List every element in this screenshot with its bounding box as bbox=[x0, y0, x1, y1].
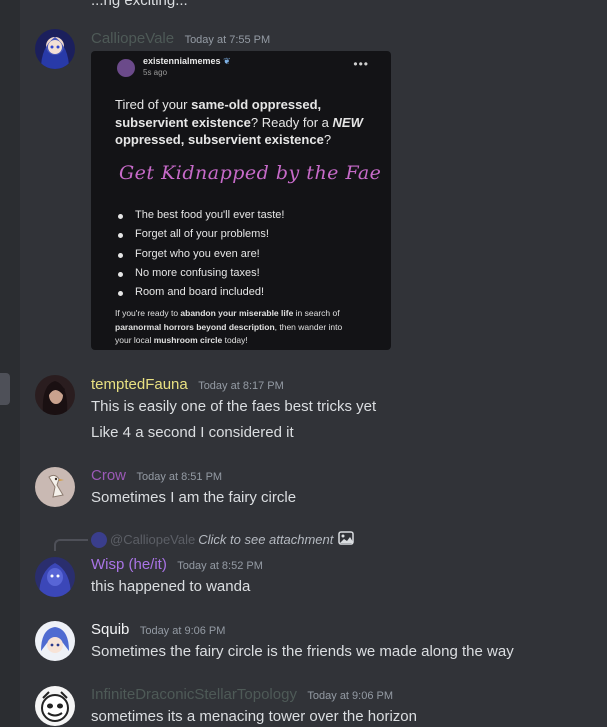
reply-avatar bbox=[91, 531, 107, 548]
bullet-item: Forget all of your problems! bbox=[115, 225, 375, 244]
avatar[interactable] bbox=[35, 375, 75, 415]
avatar[interactable] bbox=[35, 686, 75, 726]
message-text: Sometimes I am the fairy circle bbox=[91, 489, 297, 506]
bullet-item: No more confusing taxes! bbox=[115, 264, 375, 283]
verified-icon: ❦ bbox=[223, 56, 231, 66]
post-bullets: The best food you'll ever taste! Forget … bbox=[115, 206, 375, 302]
server-list-edge bbox=[0, 0, 20, 727]
timestamp: Today at 7:55 PM bbox=[184, 34, 271, 46]
author-name[interactable]: InfiniteDraconicStellarTopology bbox=[91, 686, 297, 703]
timestamp: Today at 9:06 PM bbox=[139, 625, 226, 637]
message-text-truncated: ...ng exciting... bbox=[91, 0, 188, 9]
avatar[interactable] bbox=[35, 557, 75, 597]
message-text: Like 4 a second I considered it bbox=[91, 424, 294, 441]
message-text: This is easily one of the faes best tric… bbox=[91, 398, 377, 415]
post-time: 5s ago bbox=[143, 68, 168, 77]
image-attachment[interactable]: existennialmemes ❦ 5s ago ••• Tired of y… bbox=[91, 51, 391, 350]
author-name[interactable]: Crow bbox=[91, 467, 126, 484]
timestamp: Today at 8:52 PM bbox=[177, 560, 263, 572]
reply-preview[interactable]: Click to see attachment bbox=[198, 532, 333, 547]
more-options-icon: ••• bbox=[353, 57, 369, 71]
post-avatar bbox=[117, 59, 135, 77]
timestamp: Today at 8:17 PM bbox=[198, 380, 284, 392]
post-headline: Get Kidnapped by the Fae bbox=[119, 162, 382, 184]
avatar[interactable] bbox=[35, 621, 75, 661]
post-intro: Tired of your same-old oppressed, subser… bbox=[115, 97, 363, 147]
author-name[interactable]: Wisp (he/it) bbox=[91, 556, 167, 573]
reply-spine bbox=[54, 539, 88, 551]
author-name[interactable]: CalliopeVale bbox=[91, 30, 174, 47]
bullet-item: Room and board included! bbox=[115, 283, 375, 302]
author-name[interactable]: Squib bbox=[91, 621, 129, 638]
image-icon bbox=[338, 531, 355, 548]
post-footer: If you're ready to abandon your miserabl… bbox=[115, 308, 343, 345]
avatar[interactable] bbox=[35, 467, 75, 507]
timestamp: Today at 9:06 PM bbox=[307, 690, 394, 702]
unread-indicator bbox=[0, 373, 10, 405]
bullet-item: Forget who you even are! bbox=[115, 245, 375, 264]
avatar[interactable] bbox=[35, 29, 75, 69]
message-text: sometimes its a menacing tower over the … bbox=[91, 708, 417, 725]
timestamp: Today at 8:51 PM bbox=[136, 471, 223, 483]
author-name[interactable]: temptedFauna bbox=[91, 376, 188, 393]
reply-reference[interactable]: @CalliopeVale Click to see attachment bbox=[91, 531, 355, 548]
post-username: existennialmemes bbox=[143, 56, 221, 66]
reply-author[interactable]: @CalliopeVale bbox=[110, 532, 195, 547]
bullet-item: The best food you'll ever taste! bbox=[115, 206, 375, 225]
message-text: Sometimes the fairy circle is the friend… bbox=[91, 643, 514, 660]
message-text: this happened to wanda bbox=[91, 578, 251, 595]
